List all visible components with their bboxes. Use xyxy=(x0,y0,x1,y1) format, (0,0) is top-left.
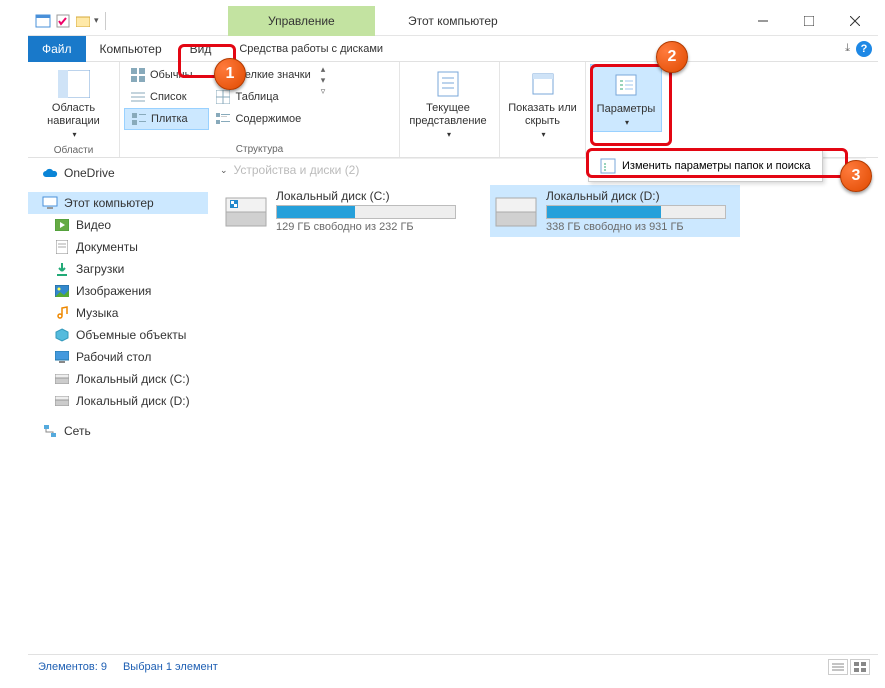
drive-icon xyxy=(54,371,70,387)
drive-usage-bar xyxy=(546,205,726,219)
chevron-up-icon[interactable]: ▴ xyxy=(321,64,326,75)
change-folder-options-item[interactable]: Изменить параметры папок и поиска xyxy=(592,154,819,178)
navigation-tree[interactable]: OneDrive Этот компьютер Видео Документы … xyxy=(28,158,208,654)
chevron-down-icon: ▾ xyxy=(447,130,451,139)
qat-dropdown-icon[interactable]: ▾ xyxy=(94,15,99,26)
drive-free-space: 338 ГБ свободно из 931 ГБ xyxy=(546,221,726,233)
picture-icon xyxy=(54,283,70,299)
ribbon: Область навигации ▾ Области Обычны… Спис… xyxy=(28,62,878,158)
options-icon xyxy=(610,69,642,101)
cube-icon xyxy=(54,327,70,343)
properties-icon[interactable] xyxy=(54,12,72,30)
tab-disk-tools[interactable]: Средства работы с дисками xyxy=(225,36,397,62)
expand-icon[interactable]: ▿ xyxy=(321,86,326,97)
nav-onedrive[interactable]: OneDrive xyxy=(28,162,208,184)
content-area: ⌄ Устройства и диски (2) Локальный диск … xyxy=(208,158,878,654)
network-icon xyxy=(42,423,58,439)
explorer-icon xyxy=(34,12,52,30)
list-icon xyxy=(130,89,146,105)
layout-tiles[interactable]: Плитка xyxy=(124,108,209,130)
close-button[interactable] xyxy=(832,6,878,36)
navigation-pane-button[interactable]: Область навигации ▾ xyxy=(32,64,115,143)
drive-d[interactable]: Локальный диск (D:) 338 ГБ свободно из 9… xyxy=(490,185,740,237)
tab-view[interactable]: Вид xyxy=(176,36,226,62)
chevron-down-icon: ▾ xyxy=(625,118,629,127)
status-selection: Выбран 1 элемент xyxy=(123,661,218,673)
table-icon xyxy=(215,89,231,105)
nav-videos[interactable]: Видео xyxy=(28,214,208,236)
separator xyxy=(105,12,111,30)
options-button[interactable]: Параметры ▾ xyxy=(590,64,662,132)
chevron-down-icon: ▾ xyxy=(72,130,76,139)
music-icon xyxy=(54,305,70,321)
grid-icon xyxy=(130,67,146,83)
desktop-icon xyxy=(54,349,70,365)
layout-content[interactable]: Содержимое xyxy=(209,108,316,130)
drive-icon xyxy=(54,393,70,409)
drive-icon xyxy=(494,189,538,233)
callout-2: 2 xyxy=(656,41,688,73)
drive-usage-bar xyxy=(276,205,456,219)
current-view-icon xyxy=(432,68,464,100)
layout-list[interactable]: Список xyxy=(124,86,209,108)
nav-downloads[interactable]: Загрузки xyxy=(28,258,208,280)
chevron-down-icon[interactable]: ▾ xyxy=(321,75,326,86)
chevron-down-icon: ⌄ xyxy=(220,165,228,176)
content-icon xyxy=(215,111,231,127)
group-label-panes: Области xyxy=(32,143,115,158)
nav-3d-objects[interactable]: Объемные объекты xyxy=(28,324,208,346)
drive-name: Локальный диск (D:) xyxy=(546,189,726,203)
new-folder-icon[interactable] xyxy=(74,12,92,30)
chevron-down-icon: ▾ xyxy=(541,130,545,139)
thumbnails-view-button[interactable] xyxy=(850,659,870,675)
nav-disk-c[interactable]: Локальный диск (С:) xyxy=(28,368,208,390)
minimize-button[interactable] xyxy=(740,6,786,36)
status-item-count: Элементов: 9 xyxy=(38,661,107,673)
group-label-layout: Структура xyxy=(124,142,395,157)
nav-pictures[interactable]: Изображения xyxy=(28,280,208,302)
show-hide-icon xyxy=(527,68,559,100)
minimize-ribbon-icon[interactable]: ⤓ xyxy=(845,42,850,55)
download-icon xyxy=(54,261,70,277)
drive-icon xyxy=(224,189,268,233)
tab-file[interactable]: Файл xyxy=(28,36,86,62)
computer-icon xyxy=(42,195,58,211)
contextual-tab-label: Управление xyxy=(228,6,375,36)
callout-1: 1 xyxy=(214,58,246,90)
nav-this-pc[interactable]: Этот компьютер xyxy=(28,192,208,214)
callout-3: 3 xyxy=(840,160,872,192)
status-bar: Элементов: 9 Выбран 1 элемент xyxy=(28,654,878,678)
document-icon xyxy=(54,239,70,255)
details-view-button[interactable] xyxy=(828,659,848,675)
layout-extra-large[interactable]: Обычны… xyxy=(124,64,209,86)
nav-desktop[interactable]: Рабочий стол xyxy=(28,346,208,368)
quick-access-toolbar: ▾ xyxy=(28,12,111,30)
maximize-button[interactable] xyxy=(786,6,832,36)
navigation-pane-icon xyxy=(58,68,90,100)
drive-c[interactable]: Локальный диск (С:) 129 ГБ свободно из 2… xyxy=(220,185,470,237)
help-icon[interactable]: ? xyxy=(856,41,872,57)
nav-disk-d[interactable]: Локальный диск (D:) xyxy=(28,390,208,412)
video-icon xyxy=(54,217,70,233)
current-view-button[interactable]: Текущее представление▾ xyxy=(404,64,492,143)
drive-name: Локальный диск (С:) xyxy=(276,189,456,203)
cloud-icon xyxy=(42,165,58,181)
drive-free-space: 129 ГБ свободно из 232 ГБ xyxy=(276,221,456,233)
nav-documents[interactable]: Документы xyxy=(28,236,208,258)
nav-music[interactable]: Музыка xyxy=(28,302,208,324)
ribbon-tabs: Файл Компьютер Вид Средства работы с дис… xyxy=(28,36,878,62)
tab-computer[interactable]: Компьютер xyxy=(86,36,176,62)
tiles-icon xyxy=(131,111,147,127)
titlebar: ▾ Управление Этот компьютер xyxy=(28,6,878,36)
folder-options-icon xyxy=(600,158,616,174)
show-hide-button[interactable]: Показать или скрыть▾ xyxy=(504,64,581,143)
window-title: Этот компьютер xyxy=(408,14,498,28)
nav-network[interactable]: Сеть xyxy=(28,420,208,442)
options-dropdown-menu: Изменить параметры папок и поиска xyxy=(588,150,823,182)
